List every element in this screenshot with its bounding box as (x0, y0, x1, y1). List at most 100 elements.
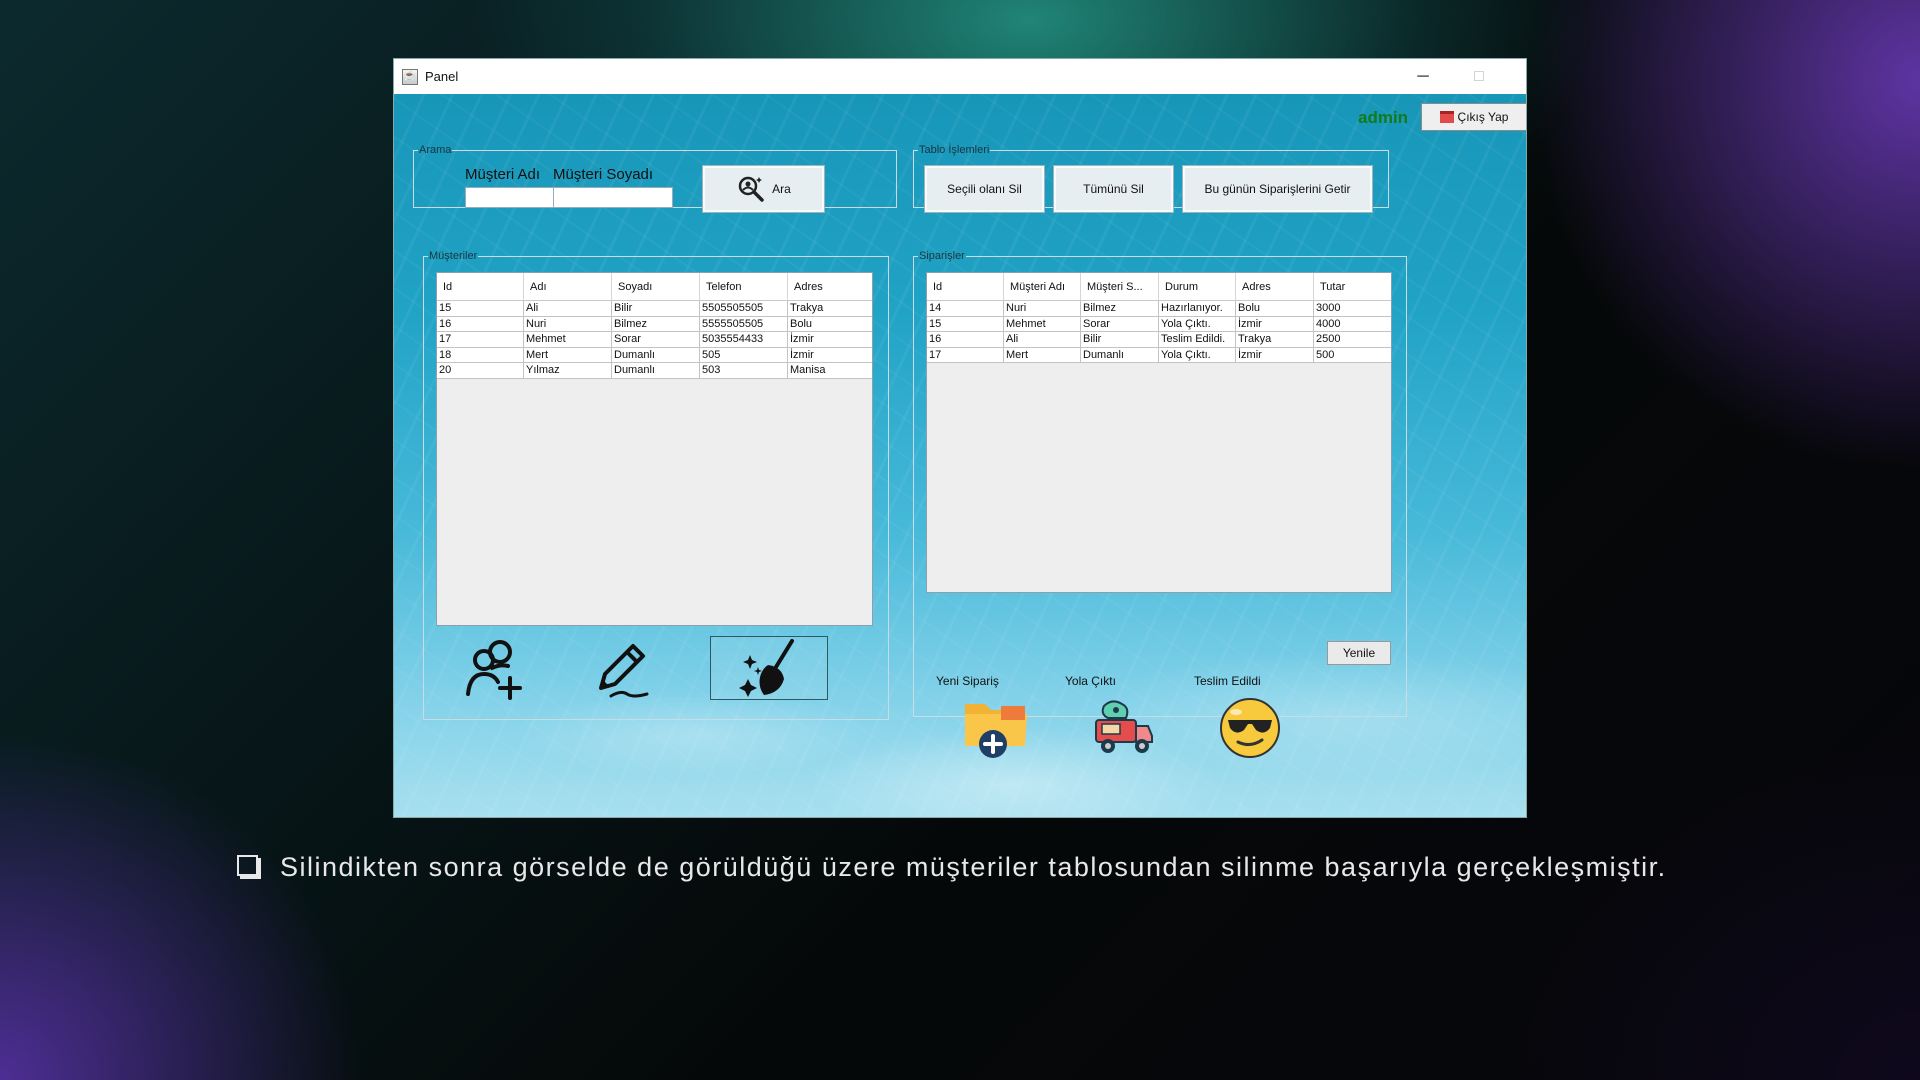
table-cell: İzmir (1236, 316, 1314, 331)
delivered-button[interactable] (1214, 694, 1286, 762)
delivered-label: Teslim Edildi (1194, 674, 1261, 688)
table-cell: Yılmaz (524, 363, 612, 378)
add-user-icon (466, 640, 522, 700)
add-customer-button[interactable] (462, 634, 532, 704)
table-cell: Yola Çıktı. (1159, 347, 1236, 362)
shipped-button[interactable] (1087, 694, 1159, 762)
table-cell: 505 (700, 347, 788, 362)
refresh-button[interactable]: Yenile (1327, 641, 1391, 665)
table-cell: Bilir (1081, 332, 1159, 347)
column-header[interactable]: Id (927, 273, 1004, 300)
search-button-label: Ara (772, 182, 791, 196)
table-row[interactable]: 16 Ali Bilir Teslim Edildi. Trakya 2500 (927, 332, 1391, 348)
calendar-icon (1439, 111, 1454, 123)
customers-group: Müşteriler Id Adı Soyadı Telefon Adres 1… (423, 250, 889, 720)
last-name-input[interactable] (553, 187, 673, 208)
customers-table-header: Id Adı Soyadı Telefon Adres (437, 273, 872, 301)
admin-user-label: admin (1358, 108, 1409, 127)
table-cell: 15 (437, 301, 524, 316)
table-cell: 5505505505 (700, 301, 788, 316)
title-bar: ☕ Panel ─ □ ✕ (394, 59, 1526, 94)
checkbox-bullet-icon (237, 855, 258, 876)
shipped-label: Yola Çıktı (1065, 674, 1116, 688)
table-cell: 3000 (1316, 302, 1341, 314)
column-header[interactable]: Müşteri Adı (1004, 273, 1081, 300)
customers-table[interactable]: Id Adı Soyadı Telefon Adres 15 Ali Bilir… (436, 272, 873, 626)
window-title: Panel (425, 69, 459, 84)
new-order-button[interactable] (960, 694, 1032, 762)
table-cell: 18 (437, 347, 524, 362)
table-row[interactable]: 14 Nuri Bilmez Hazırlanıyor. Bolu 3000 (927, 301, 1391, 317)
orders-table-header: Id Müşteri Adı Müşteri S... Durum Adres … (927, 273, 1391, 301)
column-header[interactable]: Durum (1159, 273, 1236, 300)
table-cell: 17 (927, 347, 1004, 362)
table-cell: Dumanlı (612, 347, 700, 362)
clean-button[interactable] (710, 636, 828, 700)
orders-table[interactable]: Id Müşteri Adı Müşteri S... Durum Adres … (926, 272, 1392, 593)
table-cell: Bilir (612, 301, 700, 316)
table-cell: Bolu (790, 317, 813, 330)
table-operations-legend: Tablo İşlemleri (919, 144, 990, 156)
close-button[interactable]: ✕ (1507, 59, 1526, 94)
app-window: ☕ Panel ─ □ ✕ admin Çıkış Yap Arama Müşt… (393, 58, 1527, 818)
table-cell: İzmir (1236, 347, 1314, 362)
table-row[interactable]: 15 Mehmet Sorar Yola Çıktı. İzmir 4000 (927, 316, 1391, 332)
table-row[interactable]: 17 Mehmet Sorar 5035554433 İzmir (437, 332, 872, 348)
table-row[interactable]: 15 Ali Bilir 5505505505 Trakya (437, 301, 872, 317)
table-cell: İzmir (790, 333, 814, 345)
table-cell: Trakya (790, 302, 824, 314)
broom-sparkle-icon (739, 639, 794, 697)
search-legend: Arama (419, 144, 452, 156)
logout-button[interactable]: Çıkış Yap (1421, 103, 1526, 131)
maximize-button[interactable]: □ (1451, 59, 1507, 94)
table-cell: 16 (437, 316, 524, 331)
search-group: Arama Müşteri Adı Müşteri Soyadı Ara (413, 144, 897, 213)
first-name-label: Müşteri Adı (465, 166, 541, 183)
column-header[interactable]: Adres (1236, 273, 1314, 300)
delete-all-button[interactable]: Tümünü Sil (1053, 165, 1174, 213)
first-name-input[interactable] (465, 187, 567, 208)
table-cell: 20 (437, 363, 524, 378)
table-cell: Trakya (1236, 332, 1314, 347)
edit-customer-button[interactable] (589, 634, 659, 704)
search-icon (738, 176, 764, 202)
column-header[interactable]: Müşteri S... (1081, 273, 1159, 300)
table-cell: 17 (437, 332, 524, 347)
todays-orders-button[interactable]: Bu günün Siparişlerini Getir (1182, 165, 1373, 213)
search-button[interactable]: Ara (702, 165, 825, 213)
slide-caption: Silindikten sonra görselde de görüldüğü … (237, 846, 1682, 888)
table-cell: 15 (927, 316, 1004, 331)
delete-selected-button[interactable]: Seçili olanı Sil (924, 165, 1045, 213)
table-cell: Mert (524, 347, 612, 362)
table-cell: 2500 (1316, 333, 1341, 345)
table-cell: Bolu (1236, 301, 1314, 316)
table-cell: Dumanlı (612, 363, 700, 378)
table-row[interactable]: 18 Mert Dumanlı 505 İzmir (437, 347, 872, 363)
last-name-label: Müşteri Soyadı (553, 166, 654, 183)
table-row[interactable]: 20 Yılmaz Dumanlı 503 Manisa (437, 363, 872, 379)
minimize-button[interactable]: ─ (1395, 59, 1451, 94)
table-cell: Sorar (1081, 316, 1159, 331)
column-header[interactable]: Tutar (1314, 273, 1391, 300)
panel-content: admin Çıkış Yap Arama Müşteri Adı Müşter… (394, 94, 1526, 817)
folder-plus-icon (965, 704, 1027, 758)
column-header[interactable]: Adres (788, 273, 872, 300)
table-row[interactable]: 17 Mert Dumanlı Yola Çıktı. İzmir 500 (927, 347, 1391, 363)
column-header[interactable]: Soyadı (612, 273, 700, 300)
table-cell: 14 (927, 301, 1004, 316)
delivery-truck-icon (1095, 700, 1153, 753)
table-cell: Dumanlı (1081, 347, 1159, 362)
table-cell: Ali (524, 301, 612, 316)
table-cell: Teslim Edildi. (1159, 332, 1236, 347)
table-cell: 503 (700, 363, 788, 378)
customers-legend: Müşteriler (429, 250, 478, 262)
logout-label: Çıkış Yap (1457, 110, 1509, 124)
sunglasses-smiley-icon (1220, 698, 1280, 758)
column-header[interactable]: Adı (524, 273, 612, 300)
column-header[interactable]: Id (437, 273, 524, 300)
table-cell: Nuri (1004, 301, 1081, 316)
column-header[interactable]: Telefon (700, 273, 788, 300)
table-row[interactable]: 16 Nuri Bilmez 5555505505 Bolu (437, 316, 872, 332)
pencil-icon (599, 644, 649, 698)
table-cell: Hazırlanıyor. (1159, 301, 1236, 316)
